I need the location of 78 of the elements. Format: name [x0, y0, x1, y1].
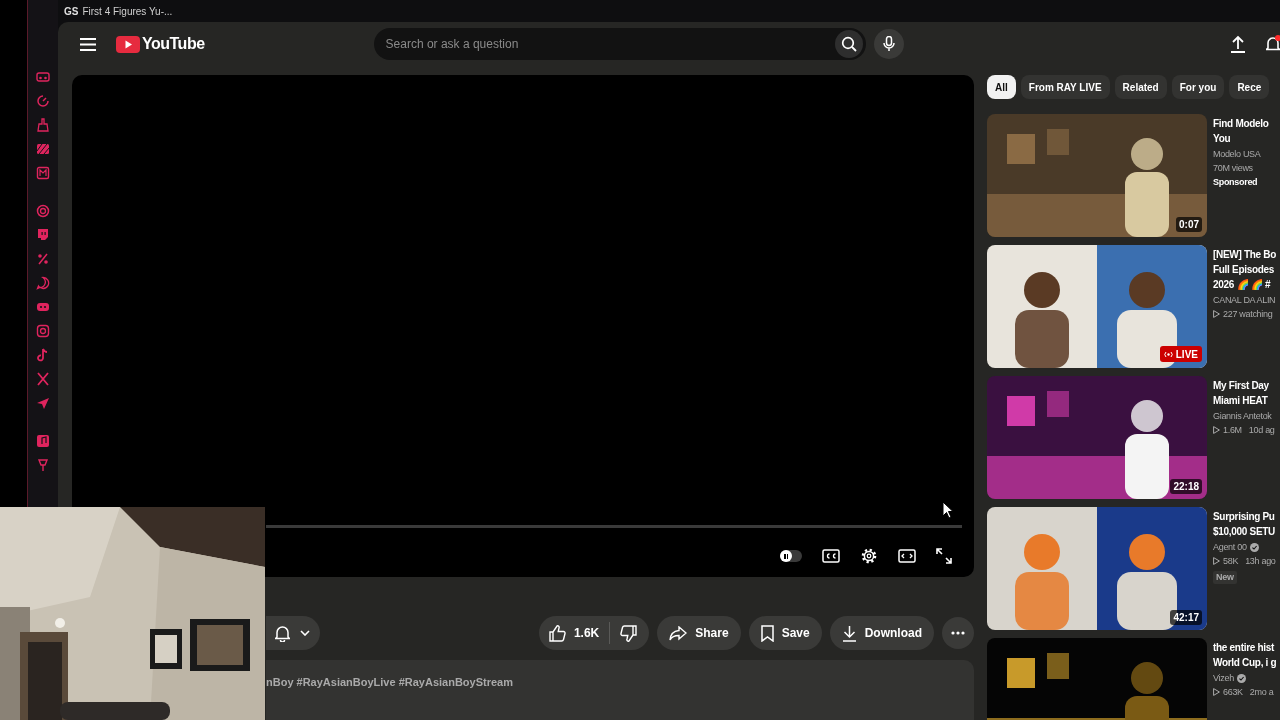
- pin-icon[interactable]: [36, 458, 50, 472]
- chat-bubble-icon[interactable]: [36, 228, 50, 242]
- search-button[interactable]: [834, 30, 863, 58]
- broom-icon[interactable]: [36, 118, 50, 132]
- notification-button[interactable]: [266, 616, 320, 651]
- save-button[interactable]: Save: [748, 616, 822, 651]
- search-bar[interactable]: Search or ask a question: [373, 28, 866, 60]
- camera-icon[interactable]: [36, 324, 50, 338]
- framed-square-icon[interactable]: [36, 166, 50, 180]
- view-count: 663K: [1223, 686, 1243, 699]
- filter-chip[interactable]: Rece: [1229, 75, 1270, 99]
- music-note-icon[interactable]: [36, 348, 50, 362]
- filter-chip[interactable]: From RAY LIVE: [1020, 75, 1110, 99]
- logo-text[interactable]: YouTube: [142, 32, 205, 56]
- video-title[interactable]: [NEW] The Bo Full Episodes 2026 🌈 🌈 #: [1213, 247, 1277, 292]
- music-square-icon[interactable]: [36, 434, 50, 448]
- upload-icon[interactable]: [1230, 35, 1246, 53]
- view-count: 70M views: [1213, 162, 1253, 175]
- search-input[interactable]: Search or ask a question: [385, 35, 786, 53]
- cross-icon[interactable]: [36, 372, 50, 386]
- more-actions-button[interactable]: [942, 617, 974, 650]
- menu-icon[interactable]: [80, 37, 96, 51]
- upload-age: 2mo a: [1249, 686, 1274, 699]
- sponsored-label: Sponsored: [1213, 176, 1259, 189]
- tab-favicon: GS: [64, 4, 79, 19]
- notification-bell-icon[interactable]: [1266, 35, 1280, 53]
- microphone-icon: [882, 36, 895, 52]
- channel-name[interactable]: Modelo USA: [1213, 147, 1261, 161]
- thumbs-down-icon: [620, 624, 638, 642]
- broadcast-icon: [1163, 350, 1173, 358]
- bell-icon: [275, 624, 290, 642]
- view-count: 227 watching: [1223, 308, 1273, 321]
- thumbs-up-icon: [548, 624, 566, 642]
- video-duration: 0:07: [1176, 217, 1202, 232]
- percent-icon[interactable]: [36, 252, 50, 266]
- share-arrow-icon: [669, 625, 688, 641]
- more-icon: [951, 631, 965, 636]
- closed-captions-icon[interactable]: [822, 549, 840, 564]
- goggles-icon[interactable]: [36, 70, 50, 84]
- video-title[interactable]: Surprising Pu $10,000 SETU: [1213, 509, 1276, 539]
- mouse-cursor-icon: [942, 501, 954, 519]
- striped-square-icon[interactable]: [36, 142, 50, 156]
- filter-chip[interactable]: For you: [1171, 75, 1225, 99]
- video-title[interactable]: Find Modelo You: [1213, 116, 1269, 146]
- download-button[interactable]: Download: [829, 616, 934, 651]
- channel-name[interactable]: Vizeh: [1213, 671, 1234, 685]
- paper-plane-icon[interactable]: [36, 396, 50, 410]
- theater-mode-icon[interactable]: [898, 549, 916, 564]
- view-count: 1.6M: [1223, 424, 1242, 437]
- video-title[interactable]: the entire hist World Cup, i g: [1213, 640, 1277, 670]
- video-duration: 22:18: [1170, 479, 1202, 494]
- share-button[interactable]: Share: [657, 616, 741, 651]
- filter-chip[interactable]: All: [987, 75, 1016, 99]
- search-icon: [840, 36, 857, 52]
- upload-age: 13h ago: [1245, 555, 1276, 568]
- description-box[interactable]: nBoy #RayAsianBoyLive #RayAsianBoyStream: [266, 660, 974, 720]
- live-badge: LIVE: [1159, 346, 1202, 362]
- download-icon: [841, 624, 857, 642]
- bookmark-icon: [760, 624, 774, 642]
- video-title[interactable]: My First Day Miami HEAT: [1213, 378, 1275, 408]
- autoplay-toggle[interactable]: [780, 550, 802, 563]
- voice-search-button[interactable]: [873, 29, 904, 59]
- chevron-down-icon: [300, 630, 310, 637]
- gamepad-icon[interactable]: [36, 300, 50, 314]
- browser-tab-title[interactable]: First 4 Figures Yu-...: [82, 3, 173, 19]
- channel-name[interactable]: Giannis Antetok: [1213, 409, 1272, 423]
- upload-age: 10d ag: [1248, 424, 1275, 437]
- play-logo-icon: [116, 35, 140, 53]
- filter-chip[interactable]: Related: [1114, 75, 1167, 99]
- channel-name[interactable]: Agent 00: [1213, 540, 1247, 554]
- new-badge: New: [1213, 571, 1237, 584]
- view-count: 58K: [1223, 555, 1239, 568]
- settings-icon[interactable]: [860, 547, 878, 566]
- video-duration: 42:17: [1170, 610, 1202, 625]
- description-text: nBoy #RayAsianBoyLive #RayAsianBoyStream: [266, 676, 513, 689]
- gauge-icon[interactable]: [36, 94, 50, 108]
- channel-name[interactable]: CANAL DA ALIN: [1213, 293, 1276, 307]
- fullscreen-icon[interactable]: [936, 548, 952, 565]
